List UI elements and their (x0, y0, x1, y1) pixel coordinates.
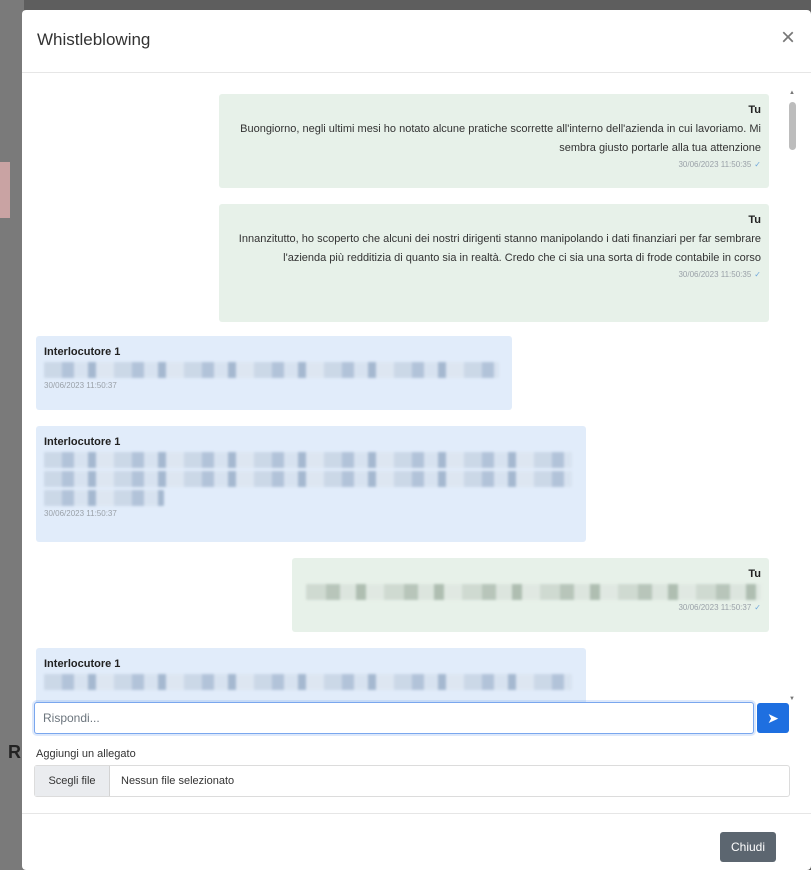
message-timestamp: 30/06/2023 11:50:37 ✓ (678, 603, 761, 612)
attachment-label: Aggiungi un allegato (36, 748, 136, 760)
message-sender: Interlocutore 1 (44, 658, 121, 670)
message-timestamp: 30/06/2023 11:50:35 ✓ (678, 160, 761, 169)
message-timestamp: 30/06/2023 11:50:35 ✓ (678, 270, 761, 279)
footer-divider (22, 813, 811, 814)
file-input[interactable]: Scegli file Nessun file selezionato (34, 765, 790, 797)
scroll-up-arrow-icon[interactable]: ▲ (789, 90, 795, 96)
scroll-down-arrow-icon[interactable]: ▼ (789, 696, 795, 702)
read-check-icon: ✓ (754, 270, 761, 279)
message-own: Tu Innanzitutto, ho scoperto che alcuni … (219, 204, 769, 322)
message-timestamp: 30/06/2023 11:50:37 (44, 381, 117, 390)
redacted-text (44, 362, 499, 378)
scrollbar-thumb[interactable] (789, 102, 796, 150)
no-file-text: Nessun file selezionato (121, 775, 235, 787)
whistleblowing-modal: Whistleblowing × Tu Buongiorno, negli ul… (22, 10, 811, 870)
background-text-fragment: R (8, 742, 21, 762)
close-icon[interactable]: × (781, 26, 795, 50)
read-check-icon: ✓ (754, 160, 761, 169)
message-sender: Tu (748, 568, 761, 580)
close-button[interactable]: Chiudi (720, 832, 776, 862)
message-other: Interlocutore 1 30/06/2023 11:50:37 (36, 336, 512, 410)
redacted-text (44, 674, 572, 690)
message-text: Innanzitutto, ho scoperto che alcuni dei… (238, 233, 761, 264)
message-sender: Tu (748, 104, 761, 116)
message-timestamp: 30/06/2023 11:50:37 (44, 509, 117, 518)
background-strip (0, 0, 24, 870)
chat-scrollbar[interactable]: ▲ ▼ (787, 90, 797, 702)
choose-file-button[interactable]: Scegli file (35, 766, 110, 796)
redacted-text (306, 584, 761, 600)
modal-header: Whistleblowing × (22, 10, 811, 73)
redacted-text (44, 490, 164, 506)
message-sender: Interlocutore 1 (44, 436, 121, 448)
message-text: Buongiorno, negli ultimi mesi ho notato … (240, 123, 761, 154)
message-other: Interlocutore 1 (36, 648, 586, 704)
redacted-text (44, 471, 572, 487)
modal-title: Whistleblowing (37, 30, 151, 49)
background-highlight (0, 162, 10, 218)
chat-messages[interactable]: Tu Buongiorno, negli ultimi mesi ho nota… (34, 84, 794, 704)
redacted-text (44, 452, 572, 468)
send-button[interactable]: ➤ (757, 703, 789, 733)
message-sender: Interlocutore 1 (44, 346, 121, 358)
read-check-icon: ✓ (754, 603, 761, 612)
message-other: Interlocutore 1 30/06/2023 11:50:37 (36, 426, 586, 542)
send-arrow-icon: ➤ (767, 710, 779, 726)
message-own: Tu 30/06/2023 11:50:37 ✓ (292, 558, 769, 632)
message-sender: Tu (748, 214, 761, 226)
reply-input[interactable] (34, 702, 754, 734)
message-own: Tu Buongiorno, negli ultimi mesi ho nota… (219, 94, 769, 188)
